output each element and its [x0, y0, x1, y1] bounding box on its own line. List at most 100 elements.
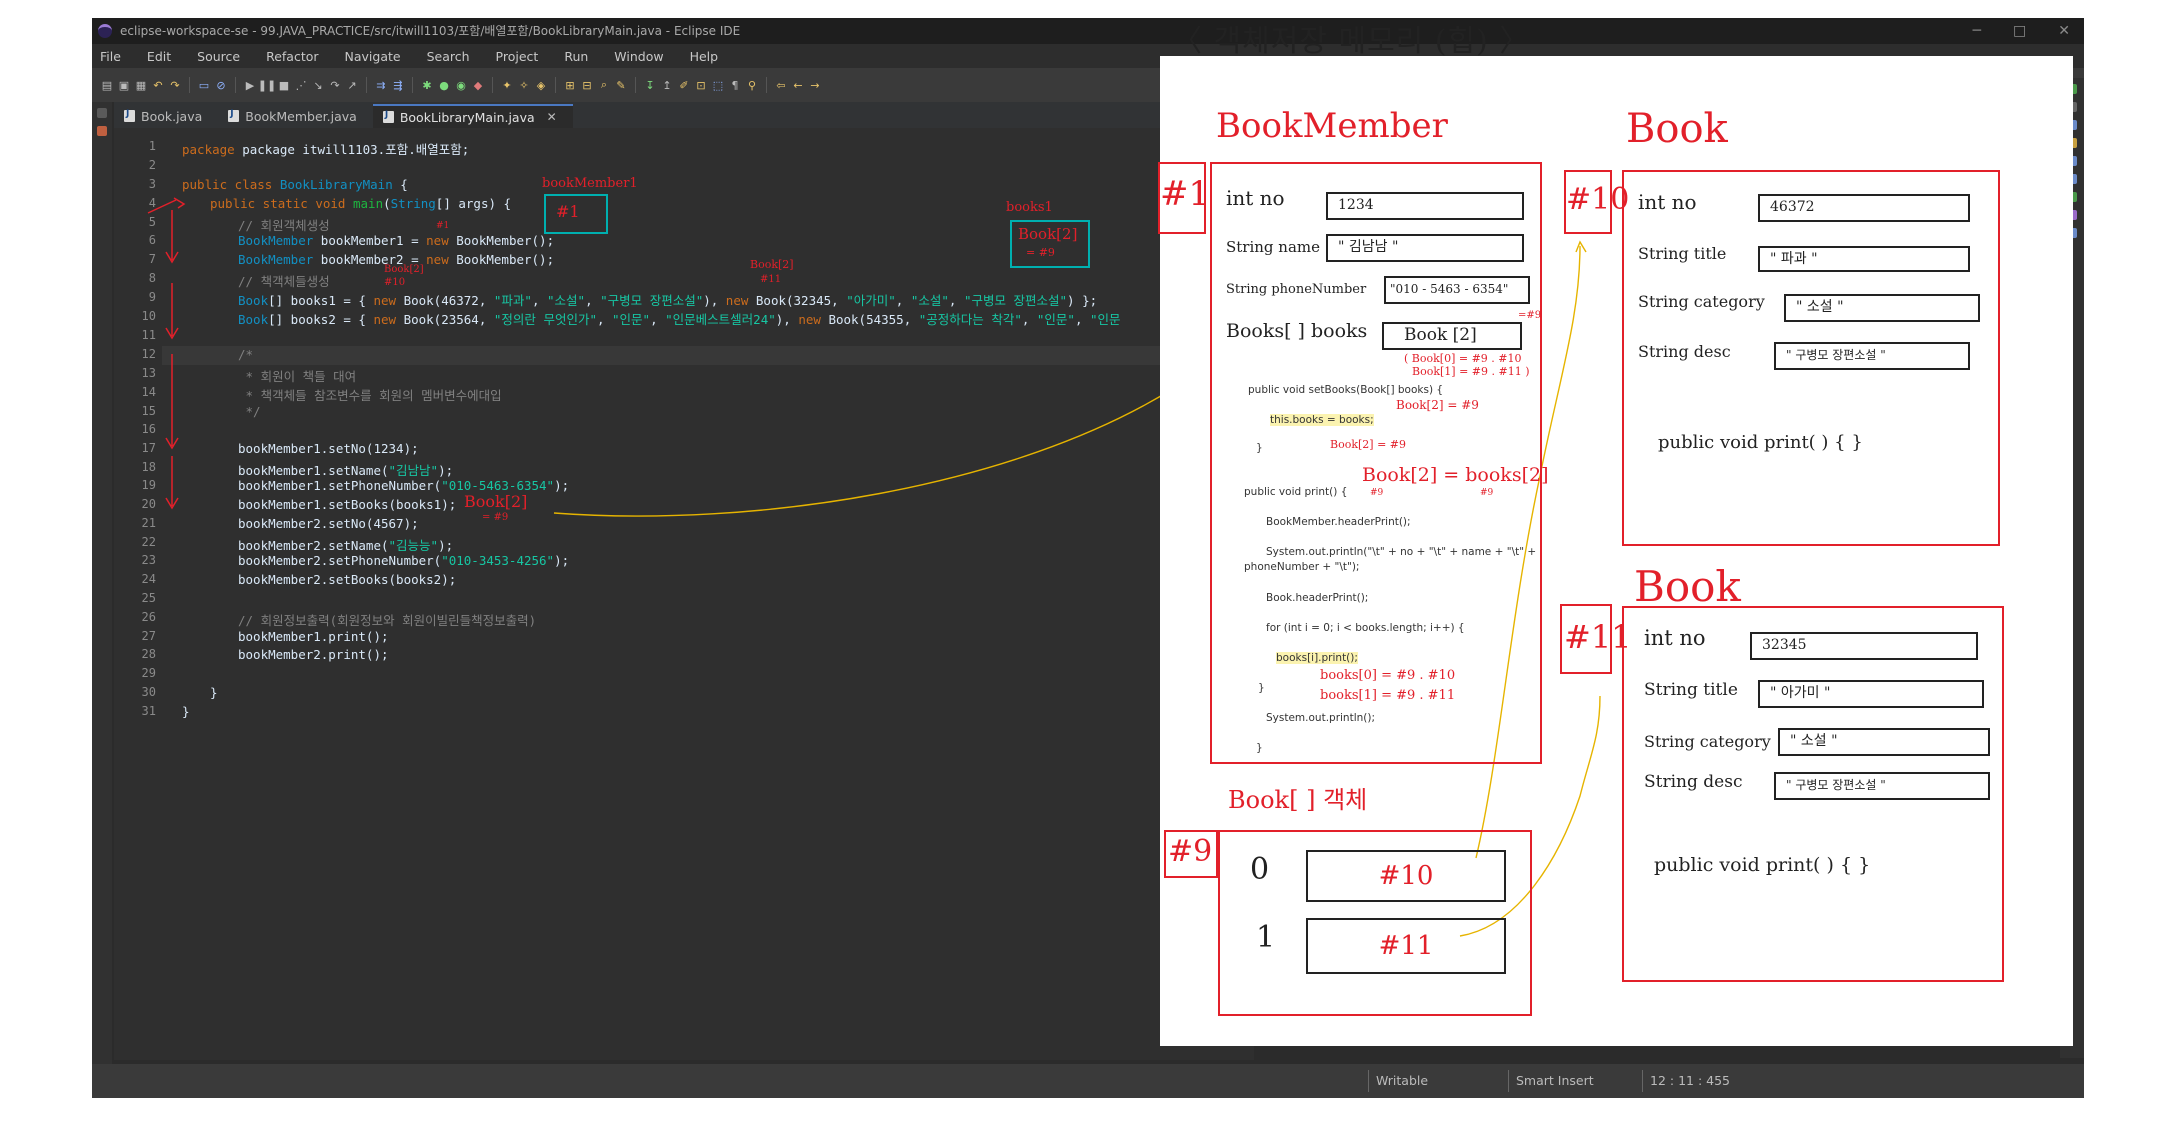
suspend-icon[interactable]: ❚❚	[258, 78, 276, 92]
toggle-mark-occurrences-icon[interactable]: ✐	[677, 78, 691, 92]
menu-search[interactable]: Search	[427, 49, 470, 64]
status-insert-mode[interactable]: Smart Insert	[1516, 1073, 1594, 1088]
bookmember-id-box	[1158, 162, 1206, 234]
member-note-books0: books[0] = #9 . #10	[1320, 668, 1456, 683]
new-file-icon[interactable]: ▤	[100, 78, 114, 92]
disconnect-icon[interactable]: ⋰	[294, 78, 308, 92]
step-return-icon[interactable]: ↗	[345, 78, 359, 92]
pin-editor-icon[interactable]: ⚲	[745, 78, 759, 92]
back-icon[interactable]: ←	[791, 78, 805, 92]
new-java-project-icon[interactable]: ✦	[500, 78, 514, 92]
member-field-name-label: String name	[1226, 238, 1321, 256]
drop-to-frame-icon[interactable]: ⇉	[374, 78, 388, 92]
debug-icon[interactable]: ✱	[420, 78, 434, 92]
status-bar: Writable Smart Insert 12 : 11 : 455	[92, 1064, 2084, 1098]
book11-field-desc-value: " 구병모 장편소설 "	[1774, 772, 1990, 800]
menu-refactor[interactable]: Refactor	[266, 49, 318, 64]
book10-print-method: public void print( ) { }	[1658, 432, 1863, 453]
pencil-icon[interactable]: ✎	[614, 78, 628, 92]
left-trim-bar	[92, 102, 112, 1078]
bookmember1-note: bookMember1	[542, 176, 638, 191]
external-tools-icon[interactable]: ◆	[471, 78, 485, 92]
menu-navigate[interactable]: Navigate	[345, 49, 401, 64]
java-file-icon	[124, 109, 135, 122]
maximize-button[interactable]: □	[2013, 18, 2026, 44]
books1-ref-type: Book[2]	[1018, 225, 1078, 243]
member-field-name-value: " 김남남 "	[1326, 234, 1524, 262]
member-code-headerprint: BookMember.headerPrint();	[1266, 516, 1411, 528]
member-note-equation-ref1: #9	[1370, 488, 1384, 498]
next-annotation-icon[interactable]: ↧	[643, 78, 657, 92]
tab-booklibrarymain-java[interactable]: BookLibraryMain.java ✕	[372, 104, 573, 128]
terminal-icon[interactable]: ▭	[197, 78, 211, 92]
window-controls: ─ □ ✕	[1973, 18, 2070, 44]
toolbar-divider	[366, 77, 367, 93]
book11-field-title-label: String title	[1644, 680, 1738, 700]
member-note-b: Book[2] = #9	[1330, 438, 1407, 451]
code-editor[interactable]: 1 2 3 4 5 6 7 8 9 10 11 12 13 14 15 16 17 18 19 20 21 22 23 24 2…	[114, 128, 1254, 1060]
menu-file[interactable]: File	[100, 49, 121, 64]
close-window-button[interactable]: ✕	[2058, 18, 2070, 44]
toggle-breadcrumb-icon[interactable]: ⊡	[694, 78, 708, 92]
show-whitespace-icon[interactable]: ¶	[728, 78, 742, 92]
toolbar-divider	[235, 77, 236, 93]
close-tab-icon[interactable]: ✕	[547, 110, 557, 124]
step-over-icon[interactable]: ↷	[328, 78, 342, 92]
member-books-index0-note: ( Book[0] = #9 . #10	[1404, 352, 1522, 365]
member-note-equation: Book[2] = books[2]	[1362, 464, 1549, 486]
book10-heading: Book	[1626, 106, 1728, 152]
last-edit-location-icon[interactable]: ⇦	[774, 78, 788, 92]
member-field-no-value: 1234	[1326, 192, 1524, 220]
book10-field-desc-label: String desc	[1638, 342, 1731, 361]
book10-id: #10	[1566, 182, 1630, 217]
member-note-books1: books[1] = #9 . #11	[1320, 688, 1456, 703]
search-icon[interactable]: ⌕	[597, 78, 611, 92]
editor-tab-bar: Book.java BookMember.java BookLibraryMai…	[114, 102, 1254, 128]
book11-field-desc-label: String desc	[1644, 772, 1743, 792]
package-explorer-icon[interactable]	[97, 126, 107, 136]
member-note-a: Book[2] = #9	[1396, 398, 1479, 412]
toggle-block-selection-icon[interactable]: ⬚	[711, 78, 725, 92]
save-all-icon[interactable]: ▦	[134, 78, 148, 92]
member-books-ref-note: =#9	[1518, 310, 1542, 321]
books1-ref-id: = #9	[1026, 246, 1055, 259]
book10-field-desc-value: " 구병모 장편소설 "	[1774, 342, 1970, 370]
step-into-icon[interactable]: ↘	[311, 78, 325, 92]
coverage-icon[interactable]: ◉	[454, 78, 468, 92]
new-ref-note-2: Book[2]	[384, 264, 424, 275]
menu-project[interactable]: Project	[496, 49, 539, 64]
bookmember1-ref-id: #1	[556, 202, 580, 221]
menu-help[interactable]: Help	[690, 49, 719, 64]
menu-source[interactable]: Source	[197, 49, 240, 64]
member-code-books-print: books[i].print();	[1276, 652, 1358, 664]
new-ref-note-3: #10	[384, 277, 406, 288]
book11-field-category-value: " 소설 "	[1778, 728, 1990, 756]
open-task-icon[interactable]: ⊟	[580, 78, 594, 92]
save-icon[interactable]: ▣	[117, 78, 131, 92]
tab-label: BookMember.java	[245, 108, 357, 124]
restore-view-icon[interactable]	[97, 108, 107, 118]
array-id: #9	[1168, 834, 1213, 869]
java-file-icon	[228, 109, 240, 122]
tab-book-java[interactable]: Book.java	[114, 104, 218, 128]
menu-run[interactable]: Run	[564, 49, 588, 64]
previous-annotation-icon[interactable]: ↥	[660, 78, 674, 92]
use-step-filters-icon[interactable]: ⇶	[391, 78, 405, 92]
tab-bookmember-java[interactable]: BookMember.java	[218, 104, 373, 128]
resume-icon[interactable]: ▶	[243, 78, 257, 92]
member-books-index1-note: Book[1] = #9 . #11 )	[1412, 365, 1530, 378]
menu-edit[interactable]: Edit	[147, 49, 171, 64]
skip-breakpoints-icon[interactable]: ⊘	[214, 78, 228, 92]
open-type-icon[interactable]: ⊞	[563, 78, 577, 92]
menu-window[interactable]: Window	[614, 49, 663, 64]
redo-icon[interactable]: ↷	[168, 78, 182, 92]
run-icon[interactable]: ●	[437, 78, 451, 92]
terminate-icon[interactable]: ■	[277, 78, 291, 92]
new-package-icon[interactable]: ✧	[517, 78, 531, 92]
eclipse-logo-icon	[98, 24, 112, 38]
minimize-button[interactable]: ─	[1973, 18, 1981, 44]
forward-icon[interactable]: →	[808, 78, 822, 92]
undo-icon[interactable]: ↶	[151, 78, 165, 92]
book11-field-category-label: String category	[1644, 732, 1771, 751]
new-class-icon[interactable]: ◈	[534, 78, 548, 92]
